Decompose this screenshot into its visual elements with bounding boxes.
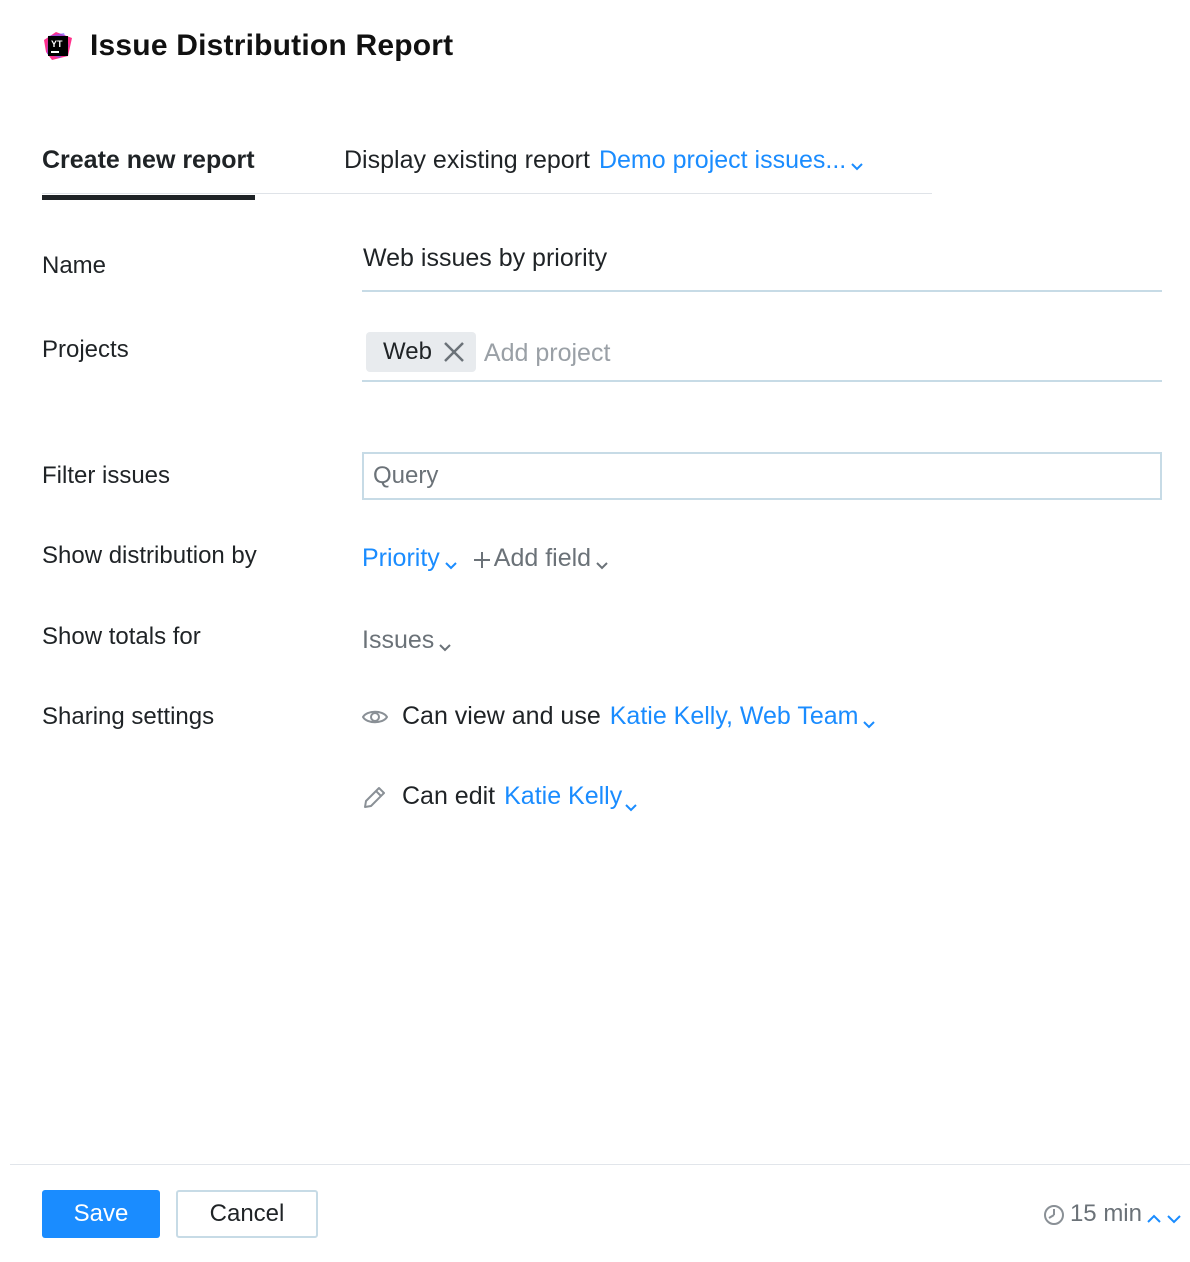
- chevron-down-icon[interactable]: [850, 152, 864, 171]
- add-field-label: Add field: [493, 543, 592, 572]
- add-project-input[interactable]: [483, 338, 784, 368]
- logo-text: YT: [51, 39, 63, 49]
- query-input[interactable]: [373, 462, 1133, 490]
- chevron-down-icon[interactable]: [1166, 1206, 1182, 1224]
- name-field[interactable]: Web issues by priority: [362, 240, 1162, 292]
- pencil-icon: [362, 784, 388, 810]
- page-header: YT Issue Distribution Report: [42, 26, 453, 66]
- totals-selector[interactable]: Issues: [362, 626, 434, 655]
- add-field-button[interactable]: Add field: [472, 544, 609, 573]
- priority-field-selector[interactable]: Priority: [362, 544, 440, 573]
- close-icon[interactable]: [442, 340, 466, 364]
- eye-icon: [361, 704, 389, 730]
- existing-report-selector[interactable]: Demo project issues...: [599, 146, 846, 175]
- edit-permission-selector[interactable]: Katie Kelly: [504, 782, 622, 811]
- chevron-down-icon[interactable]: [444, 551, 458, 570]
- chevron-down-icon: [595, 551, 609, 570]
- name-input[interactable]: Web issues by priority: [363, 244, 607, 273]
- view-permission-label: Can view and use: [402, 702, 601, 730]
- page-title: Issue Distribution Report: [90, 29, 454, 62]
- footer-divider: [10, 1164, 1190, 1165]
- plus-icon: [472, 548, 492, 568]
- chevron-up-icon[interactable]: [1146, 1206, 1162, 1223]
- timer-icon: [1042, 1202, 1066, 1226]
- timer-stepper[interactable]: [1146, 1206, 1182, 1224]
- save-button[interactable]: Save: [42, 1190, 160, 1238]
- chevron-down-icon[interactable]: [438, 633, 452, 652]
- chevron-down-icon[interactable]: [624, 793, 638, 811]
- distribution-label: Show distribution by: [42, 542, 257, 569]
- view-permission-selector[interactable]: Katie Kelly, Web Team: [610, 702, 859, 731]
- name-label: Name: [42, 252, 107, 279]
- view-permission-row: Can view and use Katie Kelly, Web Team: [361, 702, 876, 731]
- timer-value: 15 min: [1069, 1200, 1142, 1227]
- sharing-settings-label: Sharing settings: [42, 703, 215, 730]
- cancel-button[interactable]: Cancel: [176, 1190, 318, 1238]
- youtrack-logo-icon: YT: [42, 30, 74, 62]
- projects-field[interactable]: Web: [362, 330, 1162, 382]
- tab-create-new-report[interactable]: Create new report: [42, 146, 255, 200]
- filter-issues-label: Filter issues: [42, 462, 171, 489]
- projects-label: Projects: [42, 336, 129, 363]
- query-field[interactable]: [362, 452, 1162, 500]
- project-chip: Web: [366, 332, 476, 372]
- edit-permission-row: Can edit Katie Kelly: [362, 782, 638, 811]
- report-tabs: Create new report Display existing repor…: [42, 140, 932, 200]
- chevron-down-icon[interactable]: [862, 710, 876, 728]
- tab-display-existing-report[interactable]: Display existing report Demo project iss…: [344, 146, 864, 175]
- totals-field[interactable]: Issues: [362, 622, 1162, 658]
- distribution-field: Priority Add field: [362, 540, 1162, 576]
- edit-permission-label: Can edit: [402, 782, 496, 810]
- project-chip-label: Web: [383, 338, 432, 365]
- tab-existing-label: Display existing report: [344, 146, 590, 174]
- totals-label: Show totals for: [42, 623, 201, 650]
- timer-control: 15 min: [1042, 1200, 1182, 1228]
